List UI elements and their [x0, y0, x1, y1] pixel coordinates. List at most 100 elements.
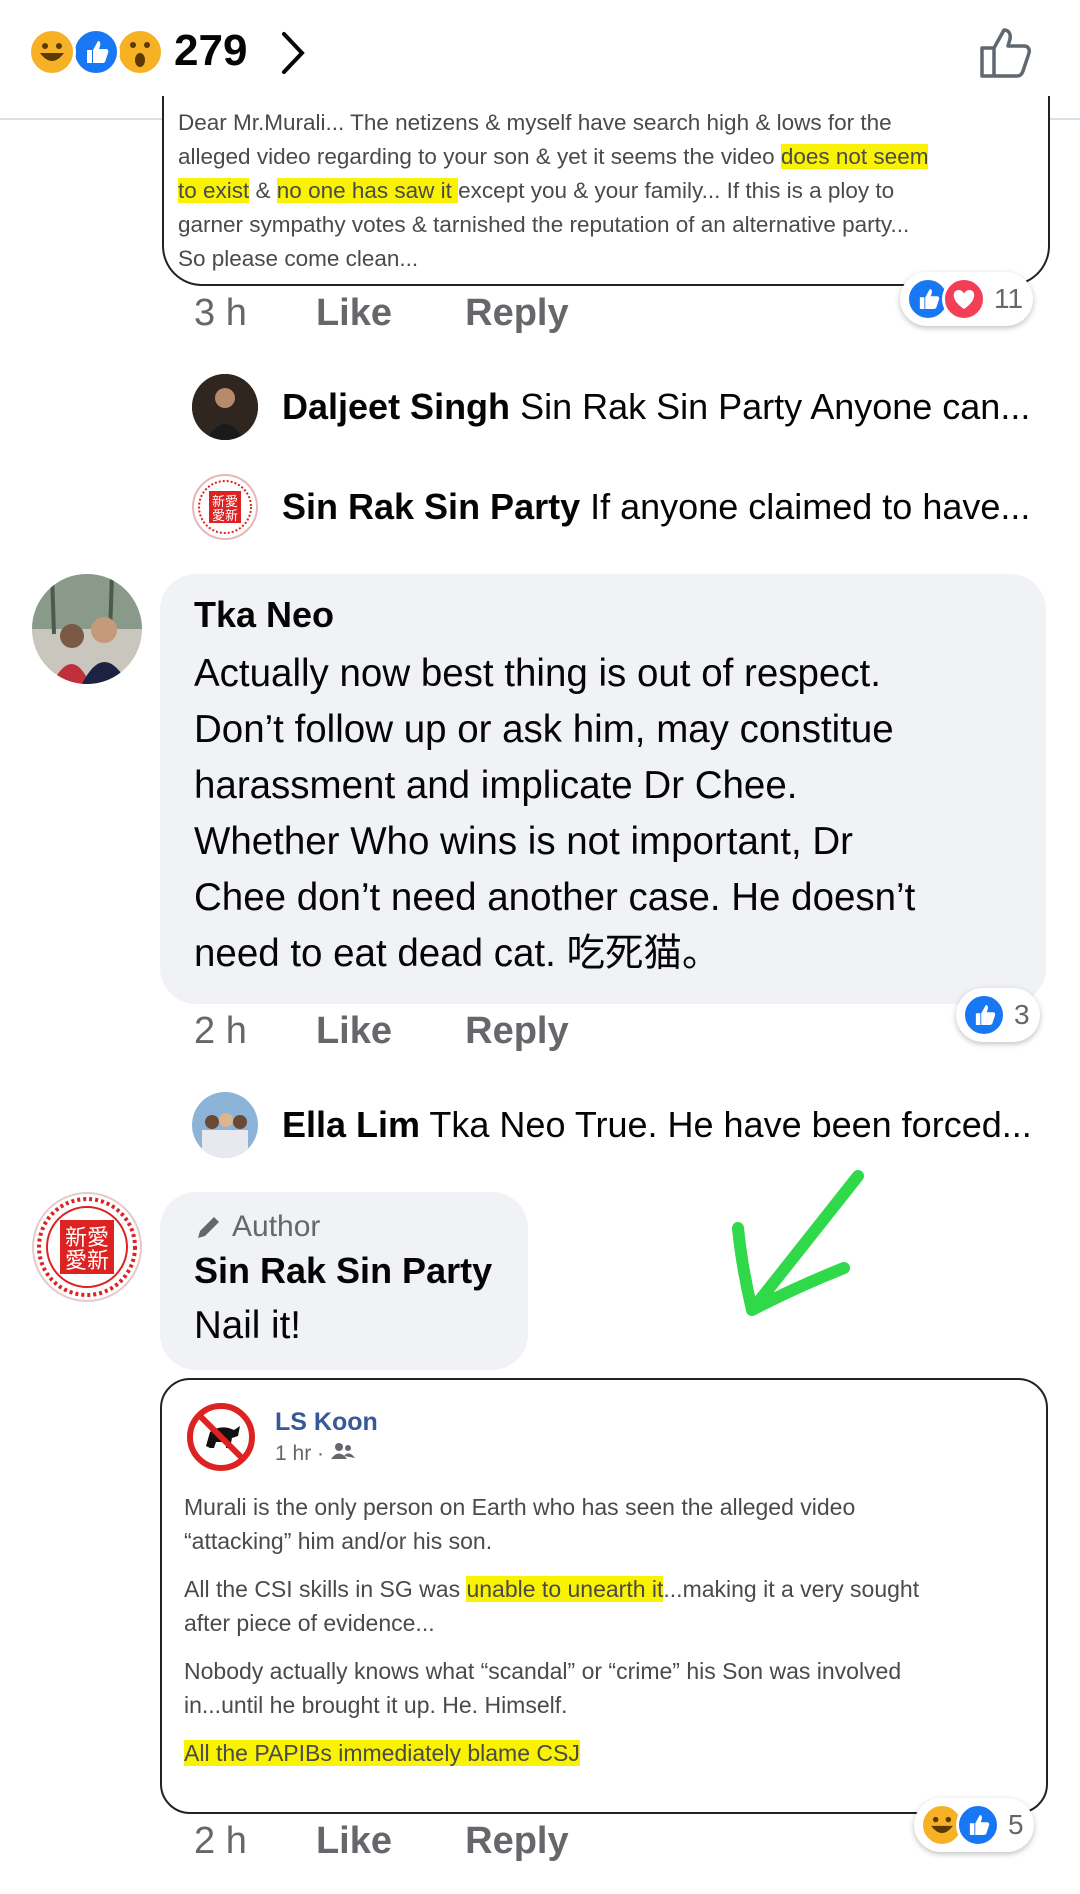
embedded-screenshot-comment: Dear Mr.Murali... The netizens & myself … [162, 96, 1050, 286]
comment-author[interactable]: Tka Neo [194, 594, 334, 636]
post-paragraph: All the PAPIBs immediately blame CSJ [184, 1736, 1034, 1770]
comment-time: 2 h [194, 1010, 247, 1052]
text-line: So please come clean... [178, 242, 1038, 276]
post-paragraph: All the CSI skills in SG was unable to u… [184, 1572, 1034, 1640]
reply-button[interactable]: Reply [465, 1820, 568, 1862]
reply-button[interactable]: Reply [465, 1010, 568, 1052]
text-run: All the CSI skills in SG was [184, 1576, 467, 1602]
text-line: harassment and implicate Dr Chee. [194, 764, 798, 807]
post-text: Murali is the only person on Earth who h… [184, 1490, 1034, 1784]
reply-author[interactable]: Daljeet Singh [282, 386, 510, 427]
text-line: All the PAPIBs immediately blame CSJ [184, 1736, 1034, 1770]
friends-icon [330, 1443, 355, 1459]
svg-text:新愛: 新愛 [65, 1226, 109, 1251]
like-reaction-icon [956, 1803, 1000, 1847]
wow-reaction-icon [116, 28, 164, 76]
text-run: & [249, 178, 277, 203]
reaction-count: 11 [994, 283, 1024, 314]
screenshot-text: Dear Mr.Murali... The netizens & myself … [178, 106, 1038, 276]
text-run: Murali is the only person on Earth who h… [184, 1494, 856, 1520]
author-badge: Author [194, 1210, 320, 1244]
text-line: All the CSI skills in SG was unable to u… [184, 1572, 1034, 1606]
text-run: So please come clean... [178, 246, 419, 271]
svg-text:愛新: 愛新 [212, 508, 238, 524]
reply-button[interactable]: Reply [465, 292, 568, 334]
like-button[interactable]: Like [316, 292, 392, 334]
reaction-count: 3 [1014, 999, 1030, 1030]
text-line: in...until he brought it up. He. Himself… [184, 1688, 1034, 1722]
party-logo-avatar[interactable]: 新愛 愛新 [32, 1192, 142, 1302]
reply-author[interactable]: Sin Rak Sin Party [282, 486, 580, 527]
text-run: ...making it a very sought [663, 1576, 920, 1602]
text-line: after piece of evidence... [184, 1606, 1034, 1640]
reply-preview[interactable]: Ella Lim Tka Neo True. He have been forc… [282, 1104, 1032, 1146]
text-line: Don’t follow up or ask him, may constitu… [194, 708, 894, 751]
like-button[interactable]: Like [316, 1820, 392, 1862]
like-reaction-icon [962, 993, 1006, 1037]
chevron-right-icon[interactable] [278, 30, 308, 81]
svg-text:新愛: 新愛 [212, 494, 238, 510]
text-run: Dear Mr.Murali... The netizens & myself … [178, 110, 892, 135]
party-logo-avatar[interactable]: 新愛 愛新 [192, 474, 258, 540]
green-arrow-annotation [724, 1168, 874, 1323]
highlighted-text: no one has saw it [276, 178, 459, 203]
avatar[interactable] [192, 374, 258, 440]
pencil-icon [198, 1217, 219, 1238]
author-badge-label: Author [232, 1210, 321, 1243]
embedded-post-screenshot[interactable]: LS Koon 1 hr · Murali is the only person… [160, 1378, 1048, 1814]
comment-bubble: Author Sin Rak Sin Party Nail it! [160, 1192, 528, 1370]
text-run: Nobody actually knows what “scandal” or … [184, 1658, 902, 1684]
highlighted-text: unable to unearth it [466, 1576, 664, 1602]
text-run: garner sympathy votes & tarnished the re… [178, 212, 910, 237]
text-line: Chee don’t need another case. He doesn’t [194, 876, 916, 919]
comment-time: 2 h [194, 1820, 247, 1862]
no-bull-icon [186, 1402, 256, 1472]
text-line: Murali is the only person on Earth who h… [184, 1490, 1034, 1524]
text-run: after piece of evidence... [184, 1610, 435, 1636]
reply-preview[interactable]: Sin Rak Sin Party If anyone claimed to h… [282, 486, 1030, 528]
comment-text: Nail it! [194, 1304, 301, 1347]
avatar[interactable] [192, 1092, 258, 1158]
reaction-count[interactable]: 279 [174, 26, 247, 76]
comment-time: 3 h [194, 292, 247, 334]
like-outline-icon[interactable] [976, 22, 1036, 87]
text-line: Nobody actually knows what “scandal” or … [184, 1654, 1034, 1688]
avatar[interactable] [32, 574, 142, 684]
text-run: in...until he brought it up. He. Himself… [184, 1692, 568, 1718]
text-line: to exist & no one has saw it except you … [178, 174, 1038, 208]
text-line: Actually now best thing is out of respec… [194, 652, 881, 695]
text-line: Dear Mr.Murali... The netizens & myself … [178, 106, 1038, 140]
like-button[interactable]: Like [316, 1010, 392, 1052]
text-line: need to eat dead cat. 吃死猫。 [194, 932, 721, 975]
highlighted-text: to exist [178, 178, 250, 203]
post-time: 1 hr · [275, 1442, 356, 1466]
highlighted-text: All the PAPIBs immediately blame CSJ [184, 1740, 580, 1766]
highlighted-text: does not seem [780, 144, 929, 169]
text-line: “attacking” him and/or his son. [184, 1524, 1034, 1558]
comment-bubble: Tka Neo Actually now best thing is out o… [160, 574, 1046, 1004]
like-reaction-icon [72, 28, 120, 76]
text-line: Whether Who wins is not important, Dr [194, 820, 853, 863]
post-time-label: 1 hr · [275, 1442, 325, 1465]
reply-snippet: Tka Neo True. He have been forced... [429, 1104, 1032, 1145]
comment-author[interactable]: Sin Rak Sin Party [194, 1250, 492, 1292]
svg-text:愛新: 愛新 [65, 1249, 109, 1274]
love-reaction-icon [942, 277, 986, 321]
text-run: alleged video regarding to your son & ye… [178, 144, 781, 169]
text-run: “attacking” him and/or his son. [184, 1528, 493, 1554]
reaction-summary[interactable]: 3 [956, 988, 1040, 1042]
haha-reaction-icon [28, 28, 76, 76]
reaction-summary[interactable]: 5 [914, 1798, 1034, 1852]
reply-snippet: Sin Rak Sin Party Anyone can... [520, 386, 1031, 427]
text-line: alleged video regarding to your son & ye… [178, 140, 1038, 174]
reaction-summary[interactable]: 11 [900, 272, 1034, 326]
text-run: except you & your family... If this is a… [458, 178, 895, 203]
reply-author[interactable]: Ella Lim [282, 1104, 420, 1145]
reaction-count: 5 [1008, 1809, 1024, 1840]
post-paragraph: Murali is the only person on Earth who h… [184, 1490, 1034, 1558]
reply-preview[interactable]: Daljeet Singh Sin Rak Sin Party Anyone c… [282, 386, 1030, 428]
comment-text: Actually now best thing is out of respec… [194, 646, 915, 982]
reply-snippet: If anyone claimed to have... [590, 486, 1031, 527]
post-paragraph: Nobody actually knows what “scandal” or … [184, 1654, 1034, 1722]
post-author: LS Koon [275, 1408, 378, 1436]
